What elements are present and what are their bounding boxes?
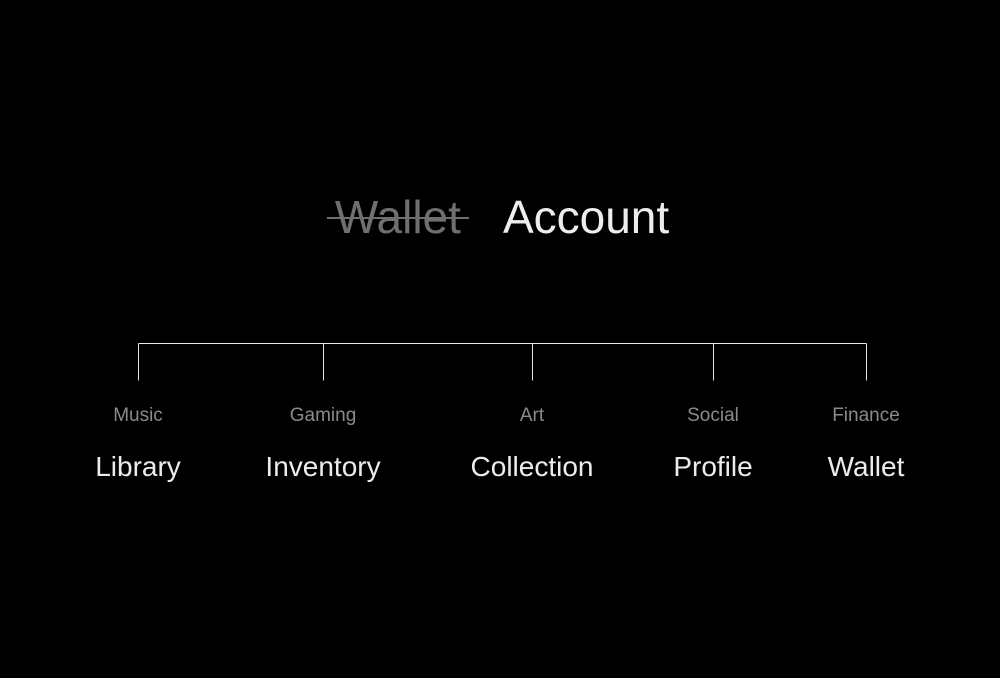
page-title: Wallet Account (0, 188, 1000, 258)
title-previous-crossed-out: Wallet (326, 188, 470, 246)
tree-node-category: Art (519, 405, 545, 426)
tree-node-title: Inventory (265, 451, 381, 482)
tree-node-category: Music (113, 405, 163, 426)
hierarchy-canvas: Wallet Account Music Library Gaming Inven… (0, 0, 1000, 678)
tree-node-title: Wallet (827, 451, 905, 482)
tree-node-title: Profile (673, 451, 753, 482)
tree-node-category: Gaming (289, 405, 357, 426)
title-current: Account (502, 191, 670, 243)
tree-node-inventory[interactable]: Gaming Inventory (265, 405, 380, 484)
tree-connectors (138, 343, 867, 381)
tree-node-library[interactable]: Music Library (95, 405, 181, 484)
tree-node-category: Social (687, 405, 739, 426)
tree-node-collection[interactable]: Art Collection (471, 405, 594, 484)
tree-node-title: Collection (470, 451, 594, 482)
tree-node-category: Finance (832, 405, 900, 426)
tree-node-profile[interactable]: Social Profile (673, 405, 752, 484)
tree-node-title: Library (95, 451, 181, 482)
tree-node-wallet[interactable]: Finance Wallet (828, 405, 905, 484)
